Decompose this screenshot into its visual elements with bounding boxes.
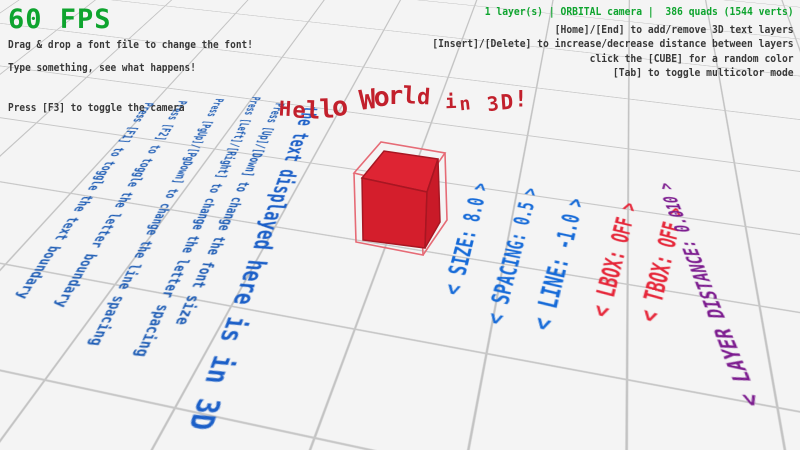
font-demo-app: Press [F1] to toggle the text boundaryPr… bbox=[0, 0, 800, 450]
camera-toggle-hint: Press [F3] to toggle the camera bbox=[8, 101, 185, 114]
setting-label-layer-distance: < LAYER DISTANCE: 0.010 > bbox=[655, 183, 765, 407]
setting-label-lbox: < LBOX: OFF > bbox=[588, 201, 641, 321]
setting-label-line: < LINE: -1.0 > bbox=[528, 196, 588, 333]
cube-color-hint: click the [CUBE] for a random color bbox=[433, 52, 794, 67]
drag-drop-hint: Drag & drop a font file to change the fo… bbox=[8, 33, 253, 56]
cube[interactable] bbox=[325, 125, 455, 263]
layer-distance-hint: [Insert]/[Delete] to increase/decrease d… bbox=[433, 37, 794, 52]
fps-counter: 60 FPS bbox=[8, 4, 112, 35]
layers-hint: [Home]/[End] to add/remove 3D text layer… bbox=[433, 23, 794, 38]
hint-block-left: Drag & drop a font file to change the fo… bbox=[8, 33, 253, 79]
type-hint: Type something, see what happens! bbox=[8, 56, 253, 79]
status-bar: 1 layer(s) | ORBITAL camera | 386 quads … bbox=[433, 5, 794, 20]
hint-block-right: 1 layer(s) | ORBITAL camera | 386 quads … bbox=[433, 5, 794, 81]
multicolor-hint: [Tab] to toggle multicolor mode bbox=[433, 66, 794, 81]
